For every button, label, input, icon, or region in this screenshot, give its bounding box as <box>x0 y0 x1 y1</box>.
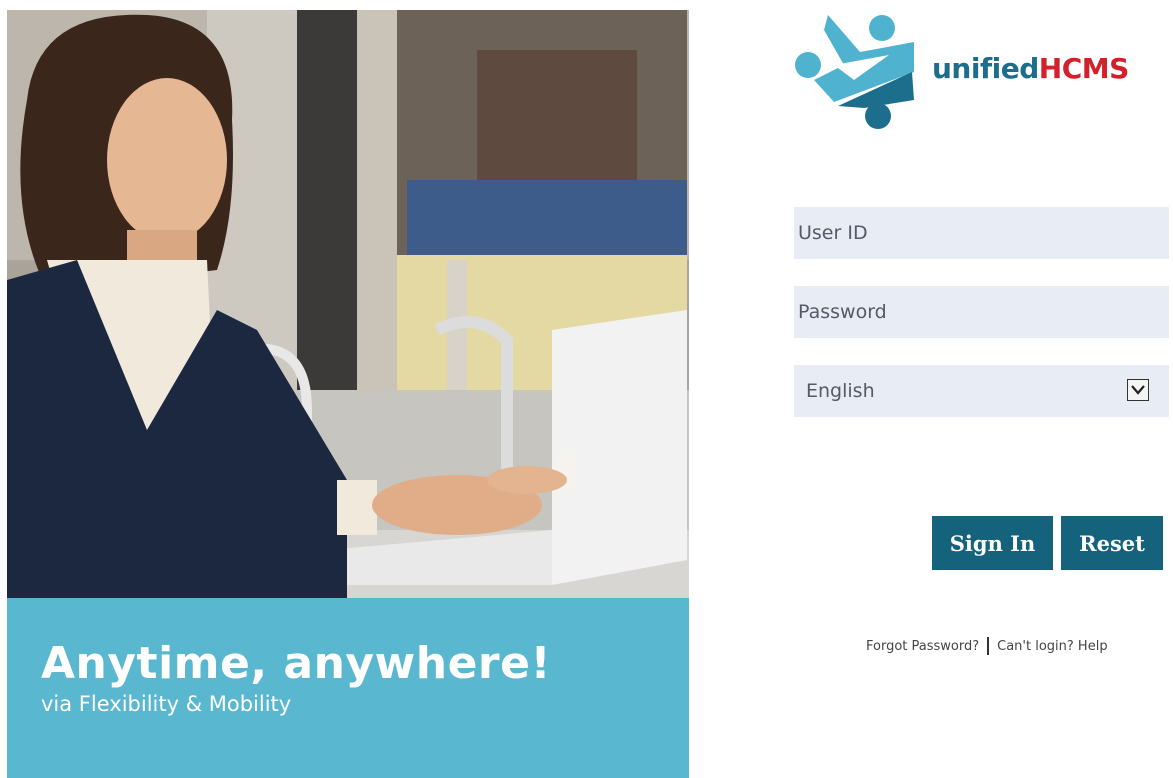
brand-logo: unifiedHCMS <box>794 10 1154 130</box>
brand-name-part1: unified <box>932 52 1039 85</box>
brand-name-part2: HCMS <box>1038 52 1130 85</box>
forgot-password-link[interactable]: Forgot Password? <box>866 639 979 654</box>
link-separator <box>987 637 990 655</box>
hero-subtagline: via Flexibility & Mobility <box>41 692 292 716</box>
chevron-down-icon[interactable] <box>1127 379 1149 401</box>
hero-banner: Anytime, anywhere! via Flexibility & Mob… <box>7 598 689 778</box>
hero-panel: Anytime, anywhere! via Flexibility & Mob… <box>7 10 689 778</box>
userid-input[interactable] <box>794 207 1169 259</box>
help-link[interactable]: Can't login? Help <box>997 639 1107 654</box>
woman-with-laptop-image <box>7 10 689 598</box>
sign-in-button[interactable]: Sign In <box>932 516 1053 570</box>
language-select-value: English <box>806 380 875 402</box>
help-links: Forgot Password? Can't login? Help <box>866 636 1108 656</box>
language-select[interactable]: English <box>794 365 1169 417</box>
unifiedhcms-logo-icon <box>795 15 914 129</box>
hero-tagline: Anytime, anywhere! <box>41 638 552 689</box>
password-input[interactable] <box>794 286 1169 338</box>
reset-button[interactable]: Reset <box>1061 516 1163 570</box>
hero-photo <box>7 10 689 598</box>
brand-name: unifiedHCMS <box>932 52 1129 85</box>
